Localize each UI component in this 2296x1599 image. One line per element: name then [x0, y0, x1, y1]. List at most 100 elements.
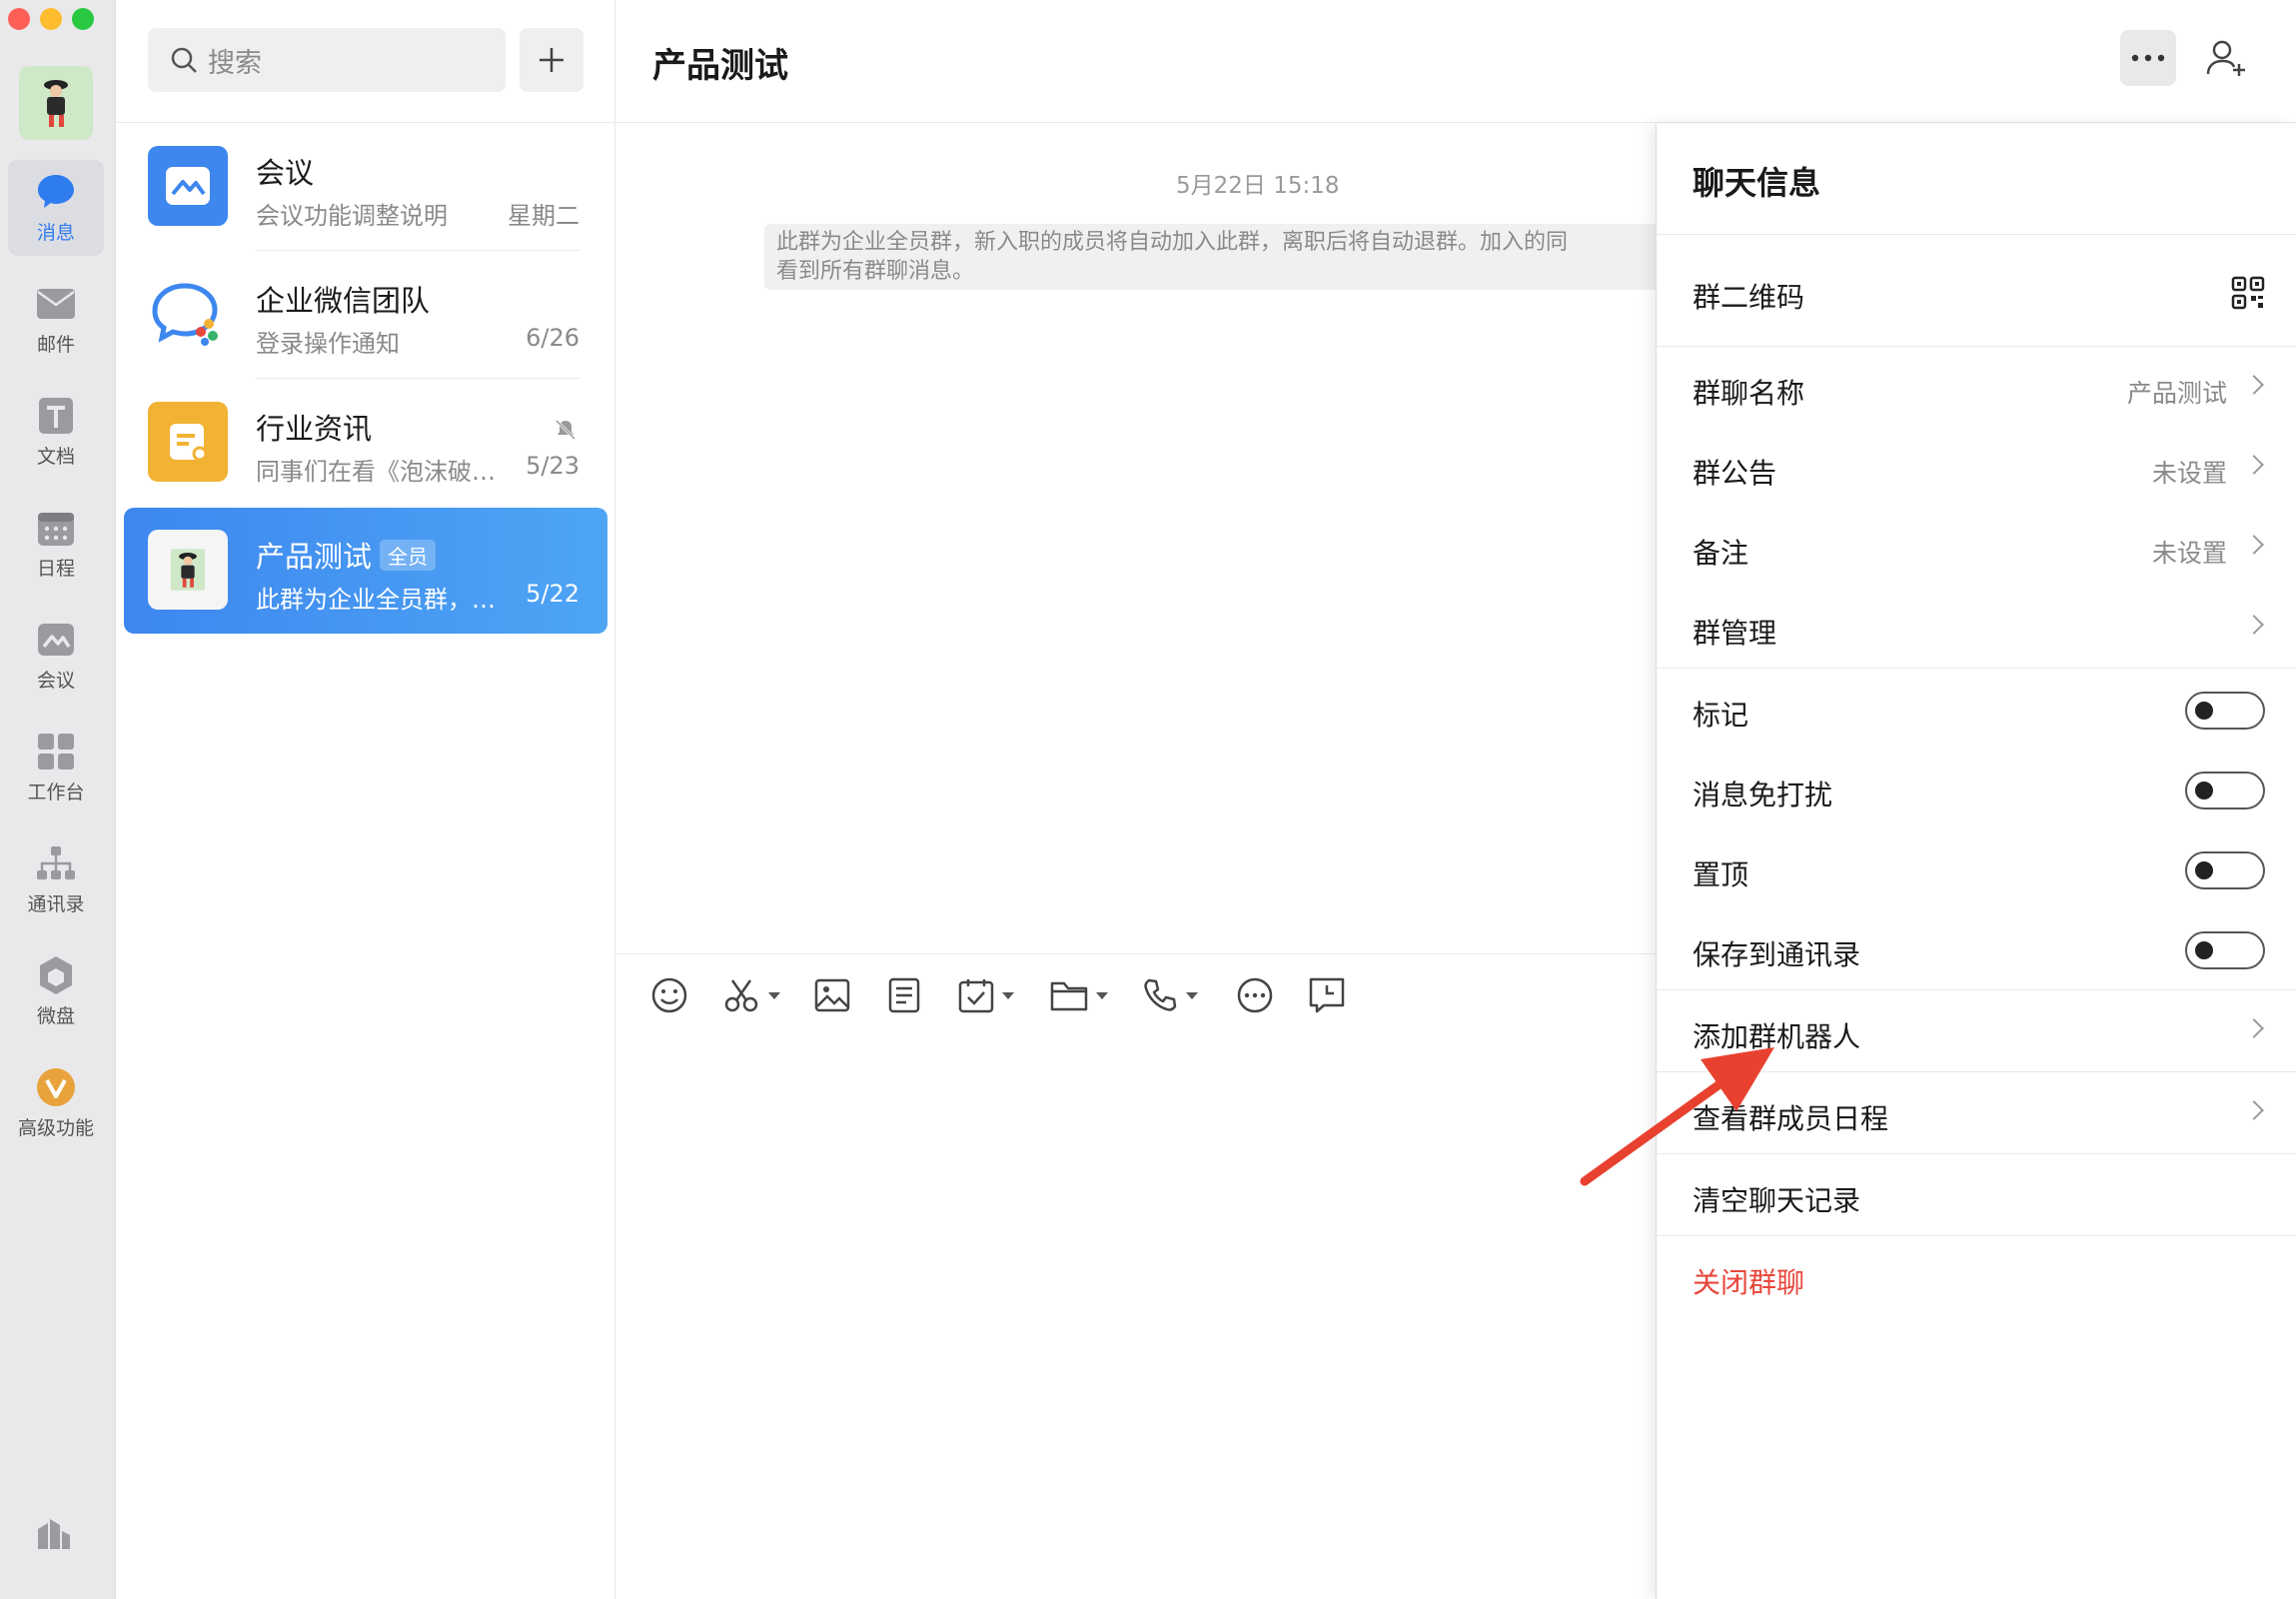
chevron-down-icon[interactable] — [1096, 991, 1108, 999]
save-contacts-toggle[interactable] — [2185, 931, 2265, 969]
nav-label: 微盘 — [36, 1004, 75, 1027]
chevron-down-icon[interactable] — [768, 991, 780, 999]
group-qr-row[interactable]: 群二维码 — [1657, 254, 2296, 334]
chevron-right-icon — [2244, 375, 2264, 395]
chevron-right-icon — [2244, 535, 2264, 555]
mute-toggle[interactable] — [2185, 772, 2265, 809]
announcement-row[interactable]: 群公告 未设置 — [1657, 430, 2296, 510]
system-message: 此群为企业全员群，新入职的成员将自动加入此群，离职后将自动退群。加入的同 看到所… — [764, 224, 1763, 290]
mark-row: 标记 — [1657, 672, 2296, 752]
list-item[interactable]: 企业微信团队 登录操作通知 6/26 — [124, 252, 607, 379]
row-label: 备注 — [1693, 537, 1749, 570]
nav-item-mail[interactable]: 邮件 — [8, 272, 104, 368]
drive-icon — [36, 955, 76, 995]
conversation-name: 产品测试 全员 — [256, 534, 437, 576]
news-avatar-icon — [148, 402, 228, 482]
row-value: 产品测试 — [2126, 379, 2227, 408]
group-manage-row[interactable]: 群管理 — [1657, 590, 2296, 670]
nav-item-drive[interactable]: 微盘 — [8, 943, 104, 1039]
divider — [256, 250, 581, 251]
calendar-check-icon — [958, 979, 994, 1013]
emoji-icon — [651, 977, 687, 1013]
row-label: 查看群成员日程 — [1693, 1102, 1889, 1135]
remark-row[interactable]: 备注 未设置 — [1657, 510, 2296, 590]
conversation-date: 5/23 — [526, 452, 579, 480]
conversation-preview: 会议功能调整说明 — [256, 202, 448, 230]
qr-code-icon[interactable] — [2231, 276, 2265, 310]
system-message-line: 此群为企业全员群，新入职的成员将自动加入此群，离职后将自动退群。加入的同 — [776, 230, 1569, 255]
add-bot-row[interactable]: 添加群机器人 — [1657, 993, 2296, 1073]
zoom-window-button[interactable] — [72, 8, 94, 30]
list-item[interactable]: 产品测试 全员 此群为企业全员群，… 5/22 — [124, 508, 607, 634]
row-label: 清空聊天记录 — [1693, 1184, 1861, 1217]
member-schedule-row[interactable]: 查看群成员日程 — [1657, 1075, 2296, 1155]
row-value: 未设置 — [2151, 459, 2227, 488]
group-name-row[interactable]: 群聊名称 产品测试 — [1657, 350, 2296, 430]
divider — [1657, 1153, 2296, 1154]
conversation-name: 行业资讯 — [256, 412, 373, 446]
pin-toggle[interactable] — [2185, 851, 2265, 889]
group-avatar-icon — [148, 530, 228, 610]
minimize-window-button[interactable] — [40, 8, 62, 30]
image-button[interactable] — [814, 973, 850, 1017]
more-circle-icon — [1237, 977, 1273, 1013]
nav-item-contacts[interactable]: 通讯录 — [8, 831, 104, 927]
row-label: 群二维码 — [1693, 281, 1805, 314]
more-tools-button[interactable] — [1236, 973, 1274, 1017]
search-placeholder: 搜索 — [208, 47, 262, 79]
chevron-down-icon[interactable] — [1002, 991, 1014, 999]
nav-item-meeting[interactable]: 会议 — [8, 608, 104, 704]
close-group-row[interactable]: 关闭群聊 — [1657, 1239, 2296, 1319]
document-icon — [888, 977, 920, 1013]
more-options-button[interactable] — [2120, 30, 2176, 86]
call-button[interactable] — [1142, 973, 1198, 1017]
nav-item-workbench[interactable]: 工作台 — [8, 720, 104, 815]
clear-history-row[interactable]: 清空聊天记录 — [1657, 1157, 2296, 1237]
nav-item-messages[interactable]: 消息 — [8, 160, 104, 256]
add-user-icon — [2206, 40, 2245, 76]
nav-label: 日程 — [36, 557, 75, 580]
conversation-preview: 登录操作通知 — [256, 330, 400, 358]
phone-icon — [1144, 978, 1177, 1011]
divider — [616, 122, 2296, 123]
row-label: 关闭群聊 — [1693, 1266, 1805, 1299]
list-item[interactable]: 会议 会议功能调整说明 星期二 — [124, 124, 607, 251]
nav-label: 消息 — [36, 221, 75, 244]
avatar[interactable] — [19, 66, 93, 140]
nav-item-docs[interactable]: 文档 — [8, 384, 104, 480]
scheduled-message-button[interactable] — [1308, 973, 1346, 1017]
close-window-button[interactable] — [8, 8, 30, 30]
new-chat-button[interactable] — [520, 28, 583, 92]
clock-message-icon — [1309, 977, 1345, 1013]
nav-item-calendar[interactable]: 日程 — [8, 496, 104, 592]
chevron-right-icon — [2244, 455, 2264, 475]
list-item[interactable]: 行业资讯 同事们在看《泡沫破… 5/23 — [124, 380, 607, 506]
calendar-icon — [36, 508, 76, 548]
chat-title: 产品测试 — [652, 46, 788, 86]
row-label: 添加群机器人 — [1693, 1020, 1861, 1053]
mark-toggle[interactable] — [2185, 692, 2265, 730]
chevron-down-icon[interactable] — [1186, 991, 1198, 999]
screenshot-button[interactable] — [722, 973, 780, 1017]
nav-label: 工作台 — [27, 781, 85, 803]
file-button[interactable] — [1050, 973, 1108, 1017]
emoji-button[interactable] — [650, 973, 688, 1017]
document-icon — [36, 396, 76, 436]
conversation-name: 企业微信团队 — [256, 284, 431, 318]
search-input[interactable]: 搜索 — [148, 28, 506, 92]
divider — [1657, 1235, 2296, 1236]
mail-icon — [36, 284, 76, 324]
document-button[interactable] — [888, 973, 920, 1017]
company-icon[interactable] — [36, 1515, 72, 1555]
meeting-icon — [36, 620, 76, 660]
chevron-right-icon — [2244, 615, 2264, 635]
nav-label: 邮件 — [36, 333, 75, 356]
scissors-icon — [724, 979, 758, 1012]
conversation-date: 5/22 — [526, 580, 579, 608]
window-controls — [8, 8, 94, 30]
meeting-avatar-icon — [148, 146, 228, 226]
task-button[interactable] — [958, 973, 1014, 1017]
row-label: 标记 — [1693, 699, 1749, 732]
nav-item-premium[interactable]: 高级功能 — [8, 1055, 104, 1151]
add-member-button[interactable] — [2199, 30, 2255, 86]
